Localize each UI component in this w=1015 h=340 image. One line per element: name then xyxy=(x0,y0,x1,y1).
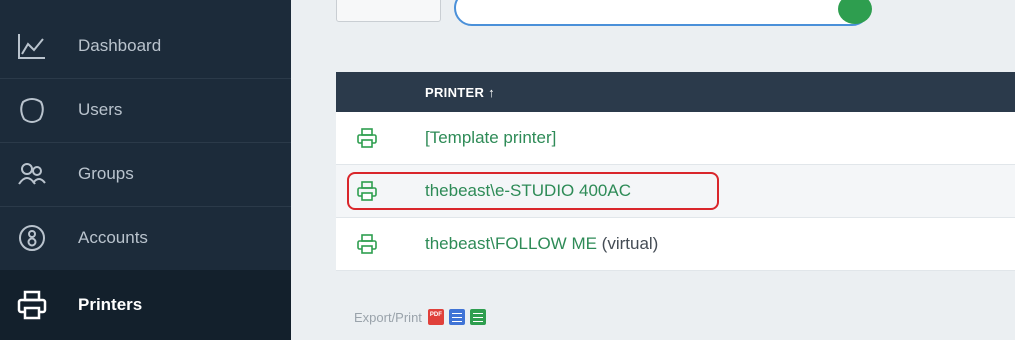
printer-icon xyxy=(356,233,378,255)
html-export-icon[interactable] xyxy=(448,309,465,325)
sidebar-item-label: Groups xyxy=(78,164,134,183)
highlight-box xyxy=(347,172,719,210)
printer-name[interactable]: [Template printer] xyxy=(425,128,556,147)
table-header: PRINTER ↑ xyxy=(336,72,1015,112)
export-print-bar: Export/Print PDF xyxy=(354,309,486,325)
printer-icon xyxy=(356,127,378,149)
printer-table: PRINTER ↑ [Template printer] thebeast\e-S… xyxy=(336,72,1015,271)
csv-export-icon[interactable] xyxy=(469,309,486,325)
user-icon xyxy=(16,94,48,126)
table-row: thebeast\FOLLOW ME (virtual) xyxy=(336,218,1015,271)
sidebar-item-label: Printers xyxy=(78,295,143,314)
sidebar-item-label: Users xyxy=(78,100,123,119)
sidebar-item-printers[interactable]: Printers xyxy=(0,270,291,340)
sidebar-item-accounts[interactable]: Accounts xyxy=(0,206,291,271)
sort-ascending-icon: ↑ xyxy=(488,84,495,100)
printer-icon xyxy=(16,289,48,321)
chart-line-icon xyxy=(16,30,48,62)
printer-suffix: (virtual) xyxy=(596,234,659,253)
export-label: Export/Print xyxy=(354,309,422,325)
printer-name[interactable]: thebeast\FOLLOW ME xyxy=(425,234,597,253)
table-row: [Template printer] xyxy=(336,112,1015,165)
column-header-label: PRINTER xyxy=(425,84,485,100)
table-row: thebeast\e-STUDIO 400AC xyxy=(336,165,1015,218)
search-go-button[interactable] xyxy=(838,0,872,24)
sidebar-item-groups[interactable]: Groups xyxy=(0,142,291,207)
printer-link[interactable]: thebeast\FOLLOW ME (virtual) xyxy=(425,234,658,254)
sidebar-item-label: Dashboard xyxy=(78,36,162,55)
pdf-export-icon[interactable]: PDF xyxy=(427,309,444,325)
sidebar-item-dashboard[interactable]: Dashboard xyxy=(0,14,291,79)
group-icon xyxy=(16,158,48,190)
printer-link[interactable]: [Template printer] xyxy=(425,128,556,148)
account-coin-icon xyxy=(16,222,48,254)
column-header-printer[interactable]: PRINTER ↑ xyxy=(425,85,495,100)
toolbar-button[interactable] xyxy=(336,0,441,22)
sidebar-item-users[interactable]: Users xyxy=(0,78,291,143)
pdf-label: PDF xyxy=(429,312,442,318)
search-input[interactable] xyxy=(454,0,872,26)
sidebar-item-label: Accounts xyxy=(78,228,148,247)
sidebar: Dashboard Users Groups Accounts Printers xyxy=(0,0,291,340)
